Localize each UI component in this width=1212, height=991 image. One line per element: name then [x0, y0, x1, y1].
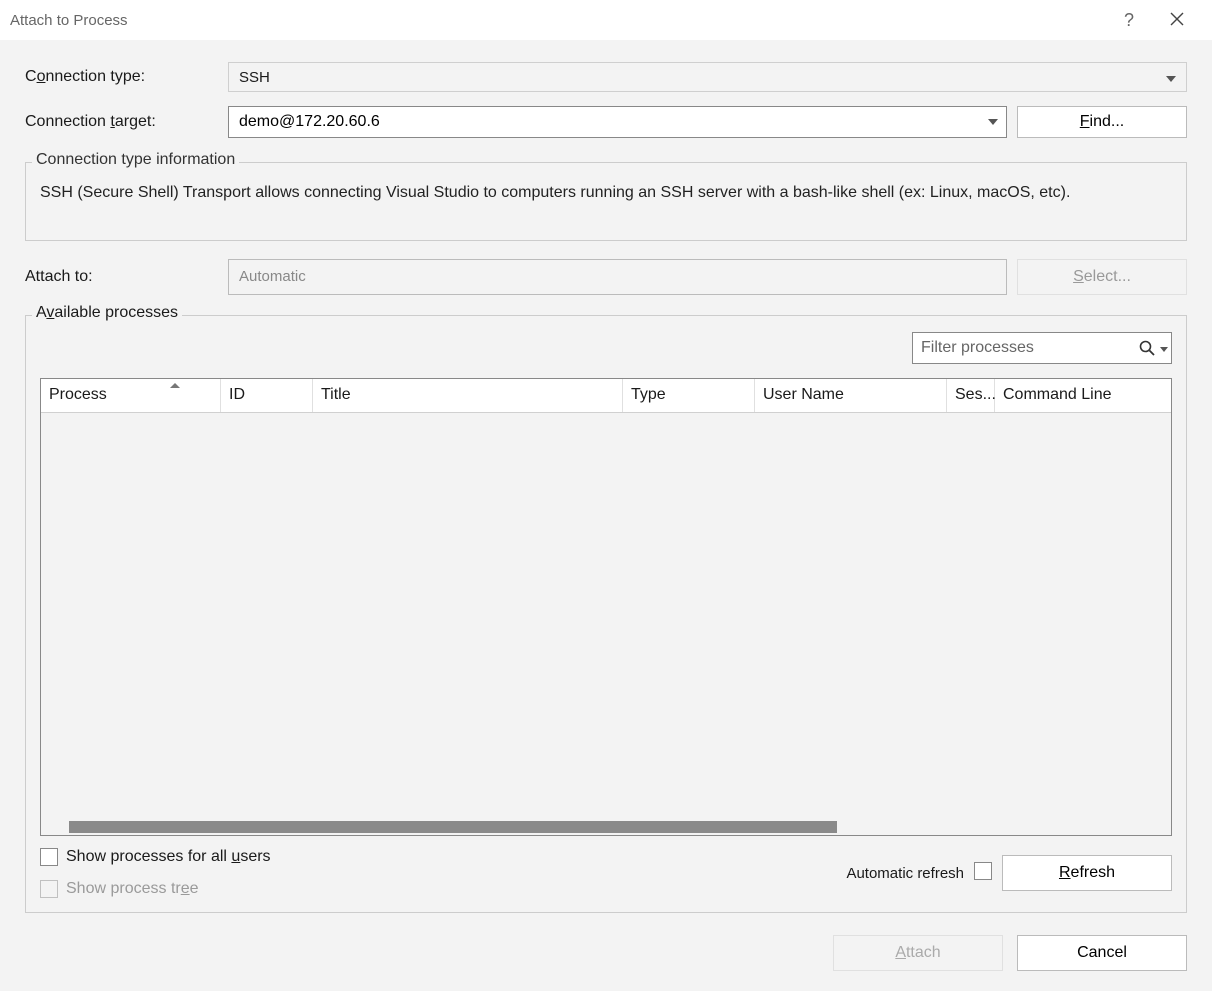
- t: A: [895, 944, 906, 961]
- attach-to-field: Automatic: [228, 259, 1007, 295]
- select-button: Select...: [1017, 259, 1187, 295]
- help-icon[interactable]: ?: [1106, 10, 1152, 31]
- t: S: [1073, 268, 1084, 285]
- t: sers: [240, 848, 270, 865]
- t: F: [1080, 113, 1090, 130]
- available-processes-legend: Available processes: [32, 304, 182, 322]
- t: ind...: [1090, 113, 1125, 130]
- connection-type-info-legend: Connection type information: [32, 151, 239, 169]
- refresh-button[interactable]: Refresh: [1002, 855, 1172, 891]
- column-id[interactable]: ID: [221, 379, 313, 412]
- chevron-down-icon: [988, 119, 998, 125]
- table-header: Process ID Title Type User Name Ses... C…: [41, 379, 1171, 413]
- show-all-users-checkbox[interactable]: [40, 848, 58, 866]
- cancel-button[interactable]: Cancel: [1017, 935, 1187, 971]
- connection-target-row: Connection target: Find...: [25, 106, 1187, 138]
- connection-target-input[interactable]: [229, 113, 978, 131]
- automatic-refresh-checkbox[interactable]: [974, 862, 992, 880]
- refresh-group: Automatic refresh Refresh: [846, 855, 1172, 891]
- connection-target-dropdown-button[interactable]: [978, 107, 1006, 137]
- t: e: [181, 880, 190, 897]
- t: ailable processes: [54, 304, 178, 321]
- scroll-thumb[interactable]: [69, 821, 837, 833]
- filter-box[interactable]: [912, 332, 1172, 364]
- below-table-row: Show processes for all users Show proces…: [40, 848, 1172, 898]
- titlebar: Attach to Process ?: [0, 0, 1212, 40]
- t: elect...: [1084, 268, 1131, 285]
- attach-to-value: Automatic: [239, 268, 306, 285]
- automatic-refresh-check[interactable]: [974, 862, 992, 884]
- connection-type-row: Connection type: SSH: [25, 62, 1187, 92]
- t: Show process tr: [66, 880, 181, 897]
- connection-type-label: Connection type:: [25, 68, 228, 86]
- show-process-tree-label: Show process tree: [66, 880, 199, 898]
- chevron-down-icon: [1160, 347, 1168, 352]
- show-all-users-label: Show processes for all users: [66, 848, 271, 866]
- col-label: Process: [49, 386, 107, 404]
- connection-type-dropdown[interactable]: SSH: [228, 62, 1187, 92]
- connection-type-info-group: Connection type information SSH (Secure …: [25, 162, 1187, 241]
- t: efresh: [1071, 864, 1115, 881]
- t: u: [231, 848, 240, 865]
- automatic-refresh-label: Automatic refresh: [846, 865, 964, 882]
- connection-type-info-text: SSH (Secure Shell) Transport allows conn…: [40, 181, 1172, 206]
- connection-type-value: SSH: [239, 69, 270, 86]
- t: C: [25, 68, 37, 85]
- column-user-name[interactable]: User Name: [755, 379, 947, 412]
- t: Show processes for all: [66, 848, 231, 865]
- column-command-line[interactable]: Command Line: [995, 379, 1171, 412]
- filter-input[interactable]: [913, 339, 1136, 357]
- column-type[interactable]: Type: [623, 379, 755, 412]
- t: A: [36, 304, 46, 321]
- close-icon[interactable]: [1152, 10, 1202, 31]
- t: arget:: [115, 113, 156, 130]
- find-button[interactable]: Find...: [1017, 106, 1187, 138]
- attach-button: Attach: [833, 935, 1003, 971]
- show-all-users-check[interactable]: Show processes for all users: [40, 848, 271, 866]
- connection-target-combo[interactable]: [228, 106, 1007, 138]
- filter-row: [40, 332, 1172, 364]
- search-icon[interactable]: [1136, 339, 1157, 357]
- check-group: Show processes for all users Show proces…: [40, 848, 271, 898]
- attach-to-row: Attach to: Automatic Select...: [25, 259, 1187, 295]
- t: nnection type:: [45, 68, 145, 85]
- show-process-tree-checkbox: [40, 880, 58, 898]
- column-session[interactable]: Ses...: [947, 379, 995, 412]
- horizontal-scrollbar[interactable]: [41, 819, 1171, 835]
- t: R: [1059, 864, 1071, 881]
- show-process-tree-check: Show process tree: [40, 880, 271, 898]
- filter-dropdown-button[interactable]: [1157, 339, 1171, 356]
- t: Connection: [25, 113, 110, 130]
- dialog-body: Connection type: SSH Connection target: …: [0, 40, 1212, 991]
- connection-target-label: Connection target:: [25, 113, 228, 131]
- table-body-empty: [41, 413, 1171, 819]
- chevron-down-icon: [1166, 69, 1176, 86]
- sort-ascending-icon: [170, 383, 180, 388]
- t: e: [190, 880, 199, 897]
- process-table[interactable]: Process ID Title Type User Name Ses... C…: [40, 378, 1172, 836]
- available-processes-group: Available processes Process ID Title Typ…: [25, 315, 1187, 913]
- attach-to-process-dialog: Attach to Process ? Connection type: SSH…: [0, 0, 1212, 991]
- window-title: Attach to Process: [10, 12, 1106, 29]
- column-process[interactable]: Process: [41, 379, 221, 412]
- attach-to-label: Attach to:: [25, 268, 228, 286]
- dialog-footer: Attach Cancel: [25, 913, 1187, 971]
- column-title[interactable]: Title: [313, 379, 623, 412]
- t: ttach: [906, 944, 941, 961]
